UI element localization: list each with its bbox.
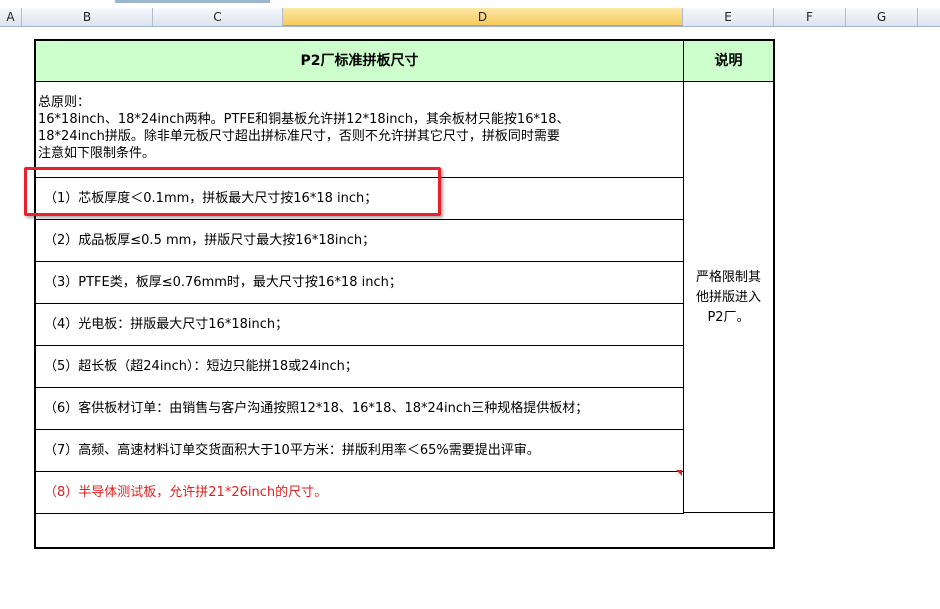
- general-principle-cell[interactable]: 总原则： 16*18inch、18*24inch两种。PTFE和铜基板允许拼12…: [36, 82, 684, 178]
- table-header-title[interactable]: P2厂标准拼板尺寸: [36, 41, 684, 82]
- note-line: P2厂。: [707, 310, 750, 325]
- table-row[interactable]: （8）半导体测试板，允许拼21*26inch的尺寸。: [36, 472, 684, 514]
- table-row[interactable]: （4）光电板：拼版最大尺寸16*18inch；: [36, 304, 684, 346]
- comment-indicator-icon[interactable]: [676, 470, 682, 476]
- table-row[interactable]: （2）成品板厚≤0.5 mm，拼版尺寸最大按16*18inch；: [36, 220, 684, 262]
- intro-line: 16*18inch、18*24inch两种。PTFE和铜基板允许拼12*18in…: [38, 112, 570, 127]
- table-row[interactable]: （7）高频、高速材料订单交货面积大于10平方米：拼版利用率＜65%需要提出评审。: [36, 430, 684, 472]
- column-header-c[interactable]: C: [153, 8, 283, 26]
- intro-line: 18*24inch拼版。除非单元板尺寸超出拼标准尺寸，否则不允许拼其它尺寸，拼板…: [38, 129, 560, 144]
- panel-size-table: P2厂标准拼板尺寸 说明 总原则： 16*18inch、18*24inch两种。…: [34, 39, 775, 549]
- scrollbar-thumb[interactable]: [115, 0, 270, 3]
- table-row[interactable]: （5）超长板（超24inch）：短边只能拼18或24inch；: [36, 346, 684, 388]
- column-header-e[interactable]: E: [683, 8, 774, 26]
- column-header-a[interactable]: A: [0, 8, 22, 26]
- column-header-b[interactable]: B: [22, 8, 153, 26]
- column-header-d[interactable]: D: [283, 8, 683, 26]
- column-header-bar: A B C D E F G: [0, 0, 940, 27]
- column-header-f[interactable]: F: [774, 8, 846, 26]
- column-header-g[interactable]: G: [846, 8, 918, 26]
- note-line: 他拼版进入: [695, 290, 761, 305]
- highlight-box: [24, 167, 441, 216]
- intro-line: 注意如下限制条件。: [38, 146, 156, 161]
- note-line: 严格限制其: [695, 270, 761, 285]
- intro-line: 总原则：: [38, 95, 91, 110]
- empty-footer-row[interactable]: [36, 513, 773, 547]
- note-cell[interactable]: 严格限制其 他拼版进入 P2厂。: [684, 82, 773, 513]
- table-row[interactable]: （3）PTFE类，板厚≤0.76mm时，最大尺寸按16*18 inch；: [36, 262, 684, 304]
- table-row[interactable]: （6）客供板材订单：由销售与客户沟通按照12*18、16*18、18*24inc…: [36, 388, 684, 430]
- table-header-note[interactable]: 说明: [684, 41, 773, 82]
